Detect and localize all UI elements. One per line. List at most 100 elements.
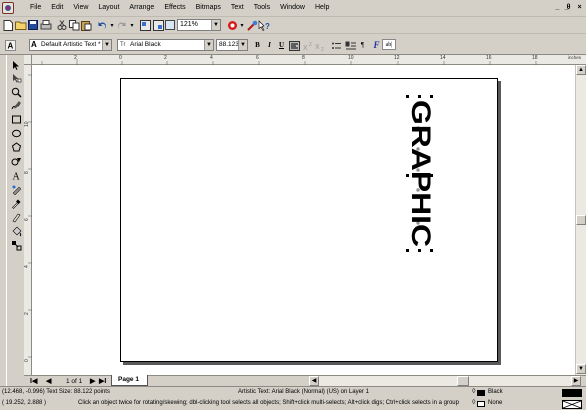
restore-button[interactable]: ̲θ: [564, 3, 573, 12]
vertical-scroll-thumb[interactable]: [576, 215, 586, 225]
open-folder-icon[interactable]: [15, 19, 27, 31]
shape-tool-icon[interactable]: [10, 72, 22, 84]
truetype-font-icon: Tr: [120, 42, 126, 48]
scroll-right-icon[interactable]: ▶: [571, 376, 581, 386]
interactive-blend-tool-icon[interactable]: [10, 239, 22, 251]
scroll-up-icon[interactable]: ▲: [576, 65, 586, 75]
copy-icon[interactable]: [68, 19, 80, 31]
import-icon[interactable]: [139, 19, 151, 31]
vertical-ruler[interactable]: 10 8 6 4 2 0: [24, 65, 32, 379]
options-icon[interactable]: [246, 19, 258, 31]
outline-color-name: None: [488, 400, 503, 406]
minimize-button[interactable]: _: [553, 3, 562, 12]
format-text-button[interactable]: ¶: [357, 40, 368, 51]
scroll-left-icon[interactable]: ◀: [309, 376, 319, 386]
ruler-tick: 2: [164, 55, 167, 61]
application-launcher-icon[interactable]: [164, 19, 176, 31]
save-icon[interactable]: [27, 19, 39, 31]
horizontal-scroll-thumb[interactable]: [457, 376, 469, 386]
vertical-scrollbar[interactable]: ▲ ▼: [575, 65, 586, 375]
scroll-down-icon[interactable]: ▼: [576, 364, 586, 374]
new-file-icon[interactable]: [2, 19, 14, 31]
svg-text:2: 2: [321, 47, 324, 51]
preset-list-dropdown[interactable]: A Default Artistic Text * ▼: [29, 39, 112, 51]
outline-color-swatch[interactable]: [477, 401, 485, 407]
print-icon[interactable]: [40, 19, 52, 31]
chevron-down-icon[interactable]: ▼: [204, 40, 213, 50]
menu-tools[interactable]: Tools: [254, 4, 270, 11]
ruler-tick: 2: [24, 312, 30, 315]
svg-text:?: ?: [265, 22, 270, 31]
menu-layout[interactable]: Layout: [98, 4, 119, 11]
menu-help[interactable]: Help: [315, 4, 329, 11]
horizontal-ruler-ticks: [41, 59, 537, 65]
horizontal-alignment-icon[interactable]: [288, 40, 300, 52]
menu-file[interactable]: File: [30, 4, 41, 11]
font-list-dropdown[interactable]: Tr Arial Black ▼: [117, 39, 214, 51]
polygon-tool-icon[interactable]: [10, 141, 22, 153]
eyedropper-tool-icon[interactable]: [10, 197, 22, 209]
ruler-tick: 14: [440, 55, 446, 61]
graphic-artistic-text[interactable]: GRAPHIC: [406, 100, 436, 247]
artistic-text-icon: A: [31, 40, 37, 49]
horizontal-ruler[interactable]: 2 0 2 4 6 8 10 12 14 16 18 inches: [32, 55, 586, 65]
hint-text: Click an object twice for rotating/skewi…: [78, 400, 459, 406]
menu-items: File Edit View Layout Arrange Effects Bi…: [30, 4, 329, 11]
menu-arrange[interactable]: Arrange: [129, 4, 154, 11]
freehand-tool-icon[interactable]: [10, 99, 22, 111]
character-formatting-button[interactable]: F: [371, 40, 382, 51]
outline-tool-icon[interactable]: [10, 211, 22, 223]
app-icon[interactable]: [2, 2, 14, 14]
fill-tool-icon[interactable]: [10, 225, 22, 237]
subscript-icon[interactable]: X2: [314, 40, 326, 52]
zoom-tool-icon[interactable]: [10, 86, 22, 98]
menu-text[interactable]: Text: [231, 4, 244, 11]
menu-view[interactable]: View: [73, 4, 88, 11]
fill-color-swatch[interactable]: [477, 390, 485, 396]
cursor-position: ( 19.252, 2.888 ): [2, 400, 47, 406]
ruler-tick: 2: [74, 55, 77, 61]
text-tool-icon[interactable]: A: [10, 169, 22, 181]
menu-edit[interactable]: Edit: [51, 4, 63, 11]
interactive-fill-tool-icon[interactable]: [10, 183, 22, 195]
close-button[interactable]: ×: [575, 3, 584, 12]
ruler-origin[interactable]: [24, 55, 32, 65]
cut-icon[interactable]: [56, 19, 68, 31]
horizontal-scrollbar[interactable]: ◀ ▶: [309, 376, 581, 386]
text-preset-icon[interactable]: A: [4, 39, 16, 51]
bullet-list-icon[interactable]: [330, 40, 342, 52]
font-size-dropdown[interactable]: 88.123 ▼: [216, 39, 248, 51]
preset-value: Default Artistic Text *: [41, 41, 101, 48]
svg-text:A: A: [12, 171, 20, 181]
bold-button[interactable]: B: [252, 40, 263, 51]
export-icon[interactable]: [152, 19, 164, 31]
zoom-level-dropdown[interactable]: 121% ▼: [177, 19, 221, 31]
drop-cap-icon[interactable]: [344, 40, 356, 52]
chevron-down-icon[interactable]: ▼: [211, 20, 220, 30]
redo-dropdown-icon[interactable]: ▾: [126, 19, 138, 31]
drawing-canvas[interactable]: GRAPHIC: [32, 65, 575, 375]
page-tab[interactable]: Page 1: [111, 375, 148, 386]
superscript-icon[interactable]: X2: [302, 40, 314, 52]
selected-text-object[interactable]: GRAPHIC: [32, 65, 575, 375]
pick-tool-icon[interactable]: [10, 59, 22, 71]
chevron-down-icon[interactable]: ▼: [238, 40, 247, 50]
menu-effects[interactable]: Effects: [164, 4, 185, 11]
menu-bitmaps[interactable]: Bitmaps: [196, 4, 221, 11]
ruler-tick: 16: [486, 55, 492, 61]
ruler-tick: 10: [348, 55, 354, 61]
edit-text-button[interactable]: ab|: [382, 39, 396, 50]
chevron-down-icon[interactable]: ▼: [102, 40, 111, 50]
menu-window[interactable]: Window: [280, 4, 305, 11]
whats-this-help-icon[interactable]: ?: [258, 19, 270, 31]
fill-color-name: Black: [488, 389, 503, 395]
zoom-level-value: 121%: [180, 21, 198, 28]
rectangle-tool-icon[interactable]: [10, 113, 22, 125]
underline-button[interactable]: U: [276, 40, 287, 51]
ruler-tick: 6: [24, 218, 30, 221]
ellipse-tool-icon[interactable]: [10, 127, 22, 139]
basic-shapes-tool-icon[interactable]: [10, 155, 22, 167]
paste-icon[interactable]: [80, 19, 92, 31]
italic-button[interactable]: I: [264, 40, 275, 51]
toolbox-grip[interactable]: [1, 55, 7, 387]
